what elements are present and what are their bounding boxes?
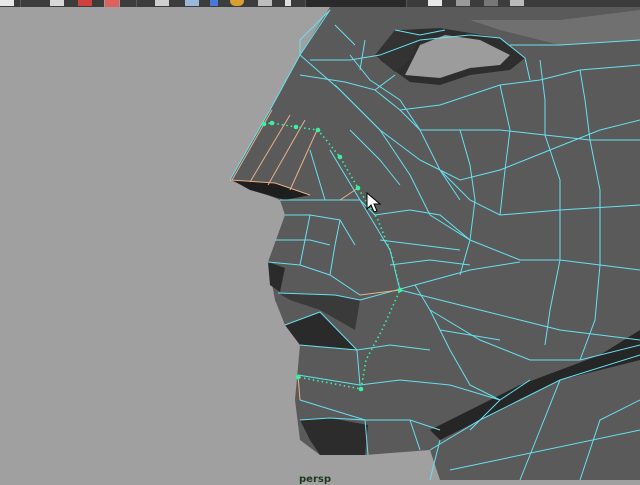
sphere-icon[interactable] <box>230 0 244 6</box>
marker-icon[interactable] <box>210 0 218 6</box>
input-line-field[interactable] <box>305 0 407 7</box>
cube-icon[interactable] <box>258 0 272 6</box>
ipr-icon[interactable] <box>456 0 470 6</box>
head-mesh <box>229 7 640 480</box>
perspective-viewport[interactable]: persp <box>0 7 640 485</box>
grid-icon[interactable] <box>155 0 169 6</box>
render-settings-icon[interactable] <box>484 0 498 6</box>
mesh-faces <box>230 7 640 480</box>
camera-icon[interactable] <box>185 0 199 6</box>
render-icon[interactable] <box>428 0 442 6</box>
paint-select-icon[interactable] <box>78 0 92 6</box>
toolbar-separator <box>20 0 21 7</box>
select-tool-icon[interactable] <box>0 0 14 6</box>
pin-icon[interactable] <box>285 0 291 6</box>
status-toolbar <box>0 0 640 7</box>
select-by-component-icon[interactable] <box>104 0 120 7</box>
lasso-tool-icon[interactable] <box>50 0 64 6</box>
hypershade-icon[interactable] <box>510 0 524 6</box>
toolbar-separator <box>136 0 137 7</box>
